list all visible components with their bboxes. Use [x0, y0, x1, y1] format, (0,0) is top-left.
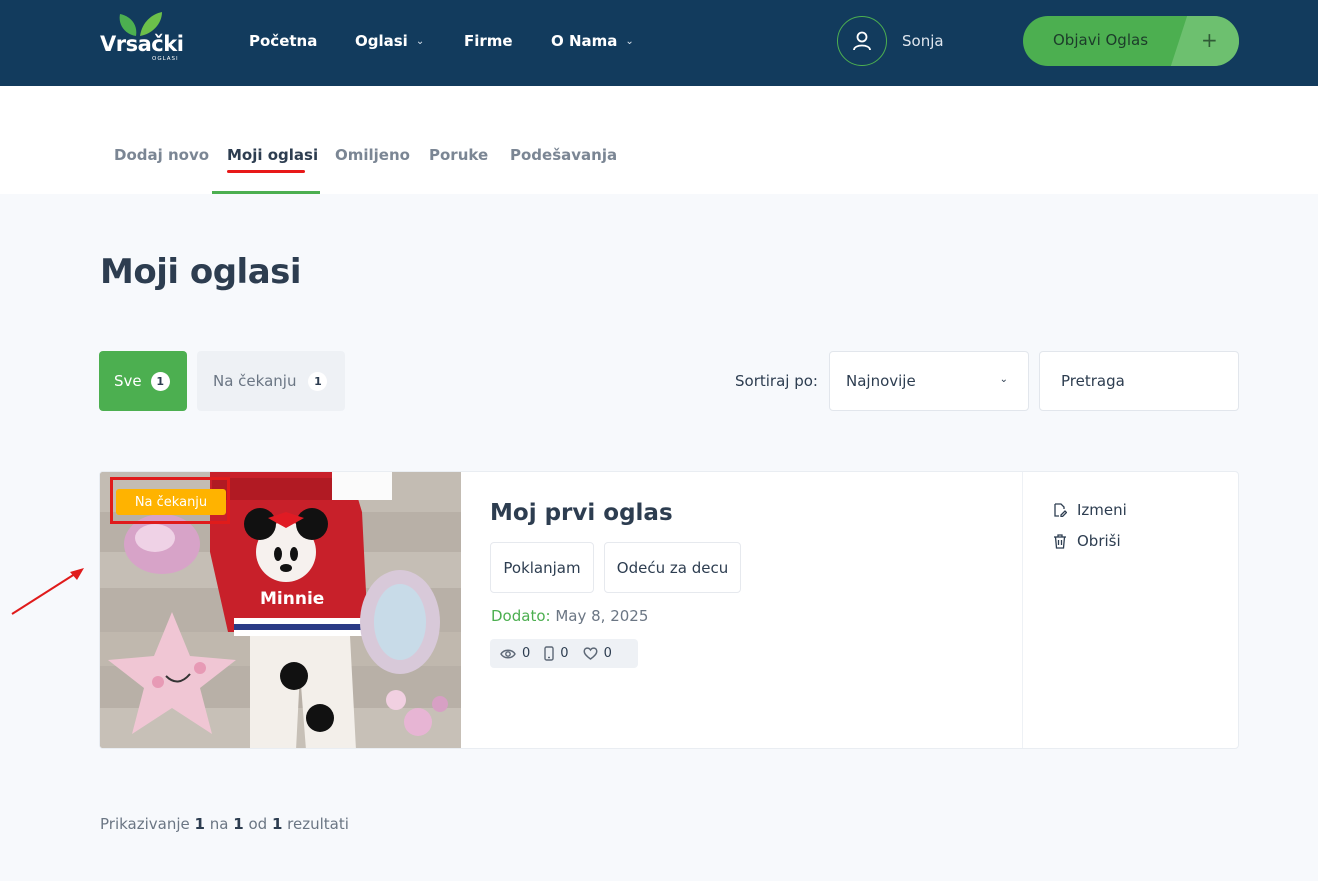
added-date: Dodato: May 8, 2025 [491, 607, 648, 625]
filter-pending-label: Na čekanju [213, 372, 297, 390]
annotation-underline [227, 170, 305, 173]
results-prefix: Prikazivanje [100, 815, 190, 833]
logo-word: Vrsački [100, 32, 184, 56]
post-ad-label: Objavi Oglas [1053, 31, 1149, 49]
delete-button[interactable]: Obriši [1053, 532, 1121, 550]
annotation-highlight-box [110, 477, 230, 524]
user-avatar-button[interactable] [837, 16, 887, 66]
likes-stat: 0 [583, 646, 612, 661]
sort-select[interactable]: Najnovije ⌄ [829, 351, 1029, 411]
phone-count: 0 [560, 646, 569, 661]
tab-moji-oglasi[interactable]: Moji oglasi [227, 146, 318, 164]
page-title: Moji oglasi [100, 252, 302, 292]
card-divider [1022, 472, 1023, 748]
results-suffix: rezultati [287, 815, 349, 833]
filter-all-label: Sve [114, 372, 142, 390]
count-badge: 1 [308, 371, 328, 391]
chevron-down-icon: ⌄ [415, 35, 425, 47]
eye-icon [500, 649, 516, 658]
search-input[interactable] [1039, 351, 1239, 411]
added-label: Dodato: [491, 607, 551, 625]
filter-all-button[interactable]: Sve 1 [99, 351, 187, 411]
chevron-down-icon: ⌄ [625, 35, 634, 47]
edit-icon [1054, 503, 1067, 517]
plus-icon: + [1201, 28, 1218, 52]
image-text: Minnie [260, 589, 324, 609]
delete-label: Obriši [1077, 532, 1121, 550]
heart-icon [583, 647, 598, 660]
tab-poruke[interactable]: Poruke [429, 146, 488, 164]
listing-stats: 0 0 0 [490, 639, 638, 668]
tag-chip[interactable]: Poklanjam [490, 542, 594, 593]
tab-dodaj-novo[interactable]: Dodaj novo [114, 146, 209, 164]
likes-count: 0 [603, 646, 612, 661]
added-date-value: May 8, 2025 [555, 607, 649, 625]
sort-label: Sortiraj po: [735, 372, 818, 390]
user-name[interactable]: Sonja [902, 32, 944, 50]
views-stat: 0 [500, 646, 530, 661]
nav-o-nama[interactable]: O Nama ⌄ [551, 32, 634, 50]
edit-button[interactable]: Izmeni [1053, 501, 1127, 519]
listing-title[interactable]: Moj prvi oglas [490, 500, 673, 526]
user-icon [853, 31, 871, 51]
nav-label: Firme [464, 32, 513, 50]
phone-icon [544, 646, 554, 661]
account-subnav: Dodaj novo Moji oglasi Omiljeno Poruke P… [0, 86, 1318, 194]
chevron-down-icon: ⌄ [999, 374, 1008, 385]
edit-label: Izmeni [1077, 501, 1127, 519]
post-ad-button[interactable]: Objavi Oglas + [1023, 16, 1239, 66]
sort-value: Najnovije [846, 372, 916, 390]
tab-podesavanja[interactable]: Podešavanja [510, 146, 617, 164]
count-badge: 1 [150, 371, 170, 391]
results-to: 1 [233, 815, 244, 833]
logo-subtitle: OGLASI [152, 56, 179, 62]
phone-stat: 0 [544, 646, 569, 661]
trash-icon [1054, 533, 1066, 549]
results-from: 1 [194, 815, 205, 833]
results-summary: Prikazivanje 1 na 1 od 1 rezultati [100, 815, 349, 833]
views-count: 0 [522, 646, 531, 661]
results-total: 1 [271, 815, 283, 833]
nav-label: Oglasi [355, 32, 408, 50]
annotation-arrow-icon [11, 568, 84, 615]
active-tab-indicator [212, 191, 320, 194]
tag-chip[interactable]: Odeću za decu [604, 542, 741, 593]
nav-pocetna[interactable]: Početna [249, 32, 317, 50]
top-navbar: Vrsački OGLASI Početna Oglasi ⌄ Firme O … [0, 0, 1318, 86]
filter-pending-button[interactable]: Na čekanju 1 [197, 351, 345, 411]
site-logo[interactable]: Vrsački OGLASI [100, 10, 192, 66]
results-mid: na [209, 815, 229, 833]
nav-label: O Nama [551, 32, 618, 50]
nav-label: Početna [249, 32, 318, 50]
nav-oglasi[interactable]: Oglasi ⌄ [355, 32, 424, 50]
nav-firme[interactable]: Firme [464, 32, 513, 50]
results-of: od [248, 815, 268, 833]
tab-omiljeno[interactable]: Omiljeno [335, 146, 410, 164]
